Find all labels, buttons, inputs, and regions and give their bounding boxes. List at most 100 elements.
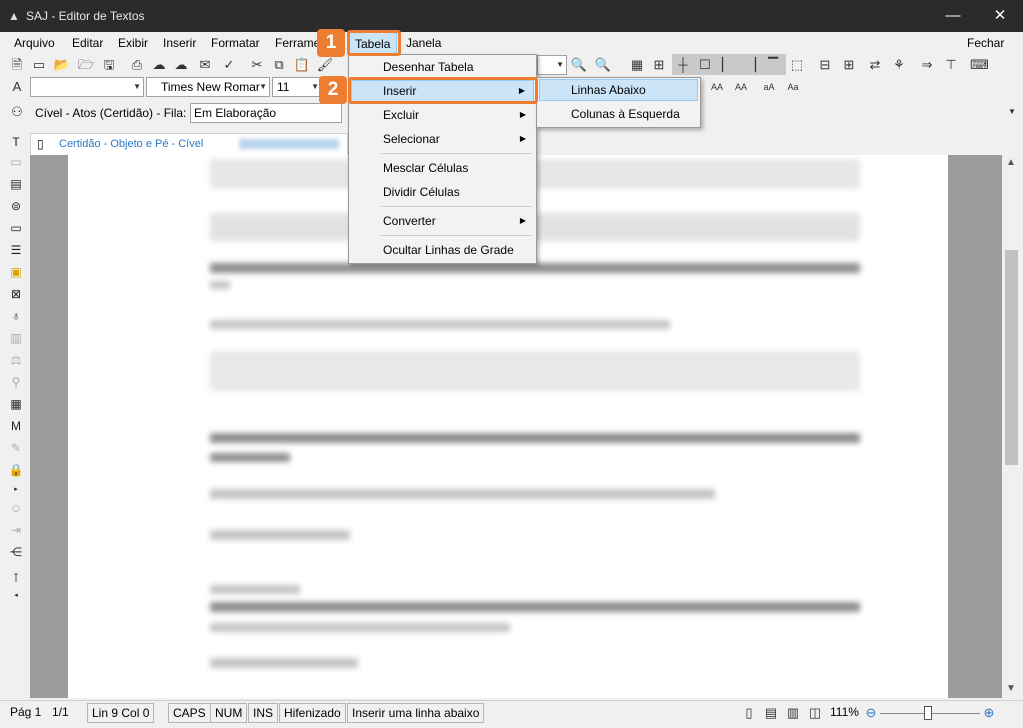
menu-inserir[interactable]: Inserir xyxy=(163,36,196,50)
stamp-icon[interactable]: ⚖ xyxy=(8,352,24,368)
download-icon[interactable]: ☁ xyxy=(172,56,190,74)
document-tab[interactable]: ▯ Certidão - Objeto e Pé - Cível xyxy=(30,133,348,155)
list-icon[interactable]: ☰ xyxy=(8,242,24,258)
open-folder-icon[interactable]: 📂 xyxy=(53,56,71,74)
font-family-combo[interactable]: Times New Romar ▼ xyxy=(146,77,270,97)
paint-roller-icon[interactable]: ⊺ xyxy=(8,570,24,586)
fechar-button[interactable]: Fechar xyxy=(967,36,1004,50)
menu-item-desenhar-tabela[interactable]: Desenhar Tabela xyxy=(351,56,534,78)
email-icon[interactable]: ✉ xyxy=(196,56,214,74)
menu-item-excluir[interactable]: Excluir ▶ xyxy=(351,104,534,126)
award-icon[interactable]: ♁ xyxy=(8,308,24,324)
share-icon[interactable]: ⋲ xyxy=(8,544,24,560)
upload-icon[interactable]: ☁ xyxy=(150,56,168,74)
right-border-icon[interactable]: ▕ xyxy=(742,56,760,74)
menu-exibir[interactable]: Exibir xyxy=(118,36,148,50)
search-doc-icon[interactable]: ⚲ xyxy=(8,374,24,390)
submenu-arrow-icon: ▶ xyxy=(519,134,526,143)
menu-formatar[interactable]: Formatar xyxy=(211,36,260,50)
expand-arrow-icon[interactable]: ▸ xyxy=(8,482,24,498)
format-painter-icon[interactable]: 🖌 xyxy=(316,56,334,74)
book-view-icon[interactable]: ◫ xyxy=(806,704,824,722)
menu-arquivo[interactable]: Arquivo xyxy=(14,36,55,50)
scroll-down-icon[interactable]: ▼ xyxy=(1006,683,1016,694)
zoom-out-button-icon[interactable]: ⊖ xyxy=(862,704,880,722)
menu-editar[interactable]: Editar xyxy=(72,36,103,50)
minimize-button[interactable]: — xyxy=(930,0,976,32)
menu-janela[interactable]: Janela xyxy=(406,36,441,50)
superscript-icon[interactable]: aA xyxy=(760,78,778,96)
text-view-icon[interactable]: ▤ xyxy=(762,704,780,722)
all-borders-icon[interactable]: ┼ xyxy=(674,56,692,74)
new-document-icon[interactable]: ▭ xyxy=(30,56,48,74)
menu-item-selecionar[interactable]: Selecionar ▶ xyxy=(351,128,534,150)
insert-table-icon[interactable]: ⊞ xyxy=(650,56,668,74)
left-border-icon[interactable]: ▏ xyxy=(718,56,736,74)
menu-item-dividir-celulas[interactable]: Dividir Células xyxy=(351,181,534,203)
columns-icon[interactable]: ▥ xyxy=(8,330,24,346)
print-icon[interactable]: ⎙ xyxy=(128,56,146,74)
redacted-line xyxy=(210,263,860,273)
fila-field[interactable]: Em Elaboração xyxy=(190,103,342,123)
no-border-icon[interactable]: ⬚ xyxy=(788,56,806,74)
note-icon[interactable]: ▣ xyxy=(8,264,24,280)
tree-icon[interactable]: ⚘ xyxy=(890,56,908,74)
style-combo[interactable]: ▼ xyxy=(30,77,144,97)
zoom-out-icon[interactable]: 🔍 xyxy=(570,56,588,74)
font-size-combo[interactable]: 11 ▼ xyxy=(272,77,322,97)
stack-icon[interactable]: ⊜ xyxy=(8,198,24,214)
export-icon[interactable]: ⇒ xyxy=(918,56,936,74)
insert-field-icon[interactable]: ⇄ xyxy=(866,56,884,74)
workflow-icon[interactable]: ⚇ xyxy=(8,103,26,121)
scroll-thumb[interactable] xyxy=(1005,250,1018,465)
edit-icon[interactable]: ✎ xyxy=(8,440,24,456)
zoom-in-button-icon[interactable]: ⊕ xyxy=(980,704,998,722)
status-bar: Pág 1 1/1 Lin 9 Col 0 CAPS NUM INS Hifen… xyxy=(0,700,1023,728)
style-combo-tail[interactable]: ▼ xyxy=(537,55,567,75)
new-from-template-icon[interactable]: 🗎 xyxy=(8,56,26,74)
form-icon[interactable]: ▤ xyxy=(8,176,24,192)
pane-dropdown-icon[interactable]: ▼ xyxy=(1003,103,1021,121)
grow-font-icon[interactable]: AA xyxy=(708,78,726,96)
top-border-icon[interactable]: ▔ xyxy=(764,56,782,74)
user-icon[interactable]: ☺ xyxy=(8,500,24,516)
zoom-in-icon[interactable]: 🔍 xyxy=(594,56,612,74)
menu-ferramentas[interactable]: Ferrame xyxy=(275,36,320,50)
merge-table-icon[interactable]: ⊞ xyxy=(840,56,858,74)
menu-item-colunas-a-esquerda[interactable]: Colunas à Esquerda xyxy=(539,103,698,125)
open-model-icon[interactable]: 🗁 xyxy=(77,56,95,74)
exit-icon[interactable]: ⇥ xyxy=(8,522,24,538)
menu-item-converter[interactable]: Converter ▶ xyxy=(351,210,534,232)
zoom-slider-thumb[interactable] xyxy=(924,706,932,720)
tab-order-icon[interactable]: T xyxy=(8,134,24,150)
comment-icon[interactable]: ▭ xyxy=(8,220,24,236)
calendar-icon[interactable]: ▦ xyxy=(8,396,24,412)
close-window-button[interactable]: ✕ xyxy=(977,0,1023,32)
menu-item-mesclar-celulas[interactable]: Mesclar Células xyxy=(351,157,534,179)
save-icon[interactable]: 🖫 xyxy=(100,56,118,74)
remove-field-icon[interactable]: ⊠ xyxy=(8,286,24,302)
paste-icon[interactable]: 📋 xyxy=(293,56,311,74)
cut-icon[interactable]: ✂ xyxy=(248,56,266,74)
redacted-line xyxy=(210,623,510,632)
vertical-scrollbar[interactable]: ▲ ▼ xyxy=(1002,155,1021,698)
field-icon[interactable]: ▭ xyxy=(8,154,24,170)
marker-icon[interactable]: M xyxy=(8,418,24,434)
table-grid-icon[interactable]: ▦ xyxy=(628,56,646,74)
menu-item-ocultar-linhas-de-grade[interactable]: Ocultar Linhas de Grade xyxy=(351,239,534,261)
font-style-icon[interactable]: A xyxy=(8,78,26,96)
page-view-icon[interactable]: ▯ xyxy=(740,704,758,722)
spellcheck-icon[interactable]: ✓ xyxy=(220,56,238,74)
change-case-icon[interactable]: Aa xyxy=(784,78,802,96)
scroll-up-icon[interactable]: ▲ xyxy=(1006,157,1016,168)
menu-item-linhas-abaixo[interactable]: Linhas Abaixo xyxy=(539,79,698,101)
keyboard-icon[interactable]: ⌨ xyxy=(970,56,989,74)
lock-icon[interactable]: 🔒 xyxy=(8,462,24,478)
copy-icon[interactable]: ⧉ xyxy=(270,56,288,74)
shrink-font-icon[interactable]: AA xyxy=(732,78,750,96)
signature-icon[interactable]: ⊤ xyxy=(942,56,960,74)
collapse-arrow-icon[interactable]: ◂ xyxy=(8,588,24,604)
split-table-icon[interactable]: ⊟ xyxy=(816,56,834,74)
outside-border-icon[interactable]: ☐ xyxy=(696,56,714,74)
web-view-icon[interactable]: ▥ xyxy=(784,704,802,722)
